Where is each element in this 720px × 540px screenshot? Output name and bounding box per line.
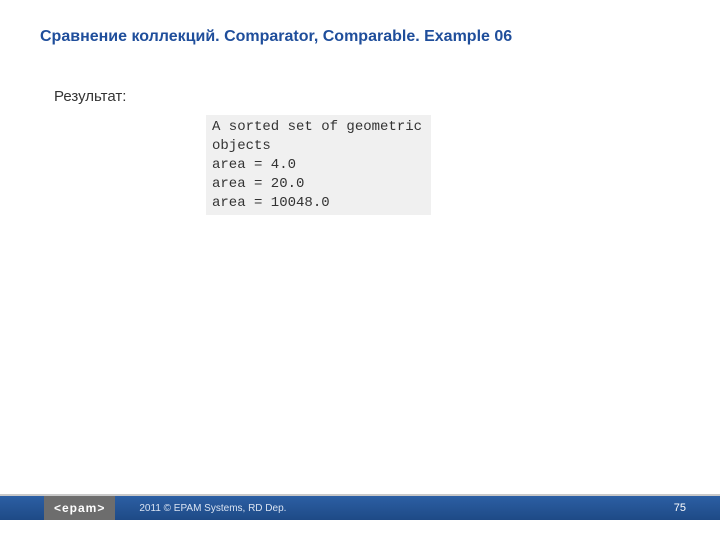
epam-logo: <epam>: [44, 496, 115, 520]
slide: Сравнение коллекций. Comparator, Compara…: [0, 0, 720, 540]
result-label: Результат:: [0, 46, 720, 105]
page-number: 75: [674, 502, 720, 514]
copyright-text: 2011 © EPAM Systems, RD Dep.: [139, 503, 673, 514]
code-output: A sorted set of geometric objects area =…: [206, 115, 431, 215]
slide-title: Сравнение коллекций. Comparator, Compara…: [0, 0, 720, 46]
footer-bar: <epam> 2011 © EPAM Systems, RD Dep. 75: [0, 496, 720, 520]
